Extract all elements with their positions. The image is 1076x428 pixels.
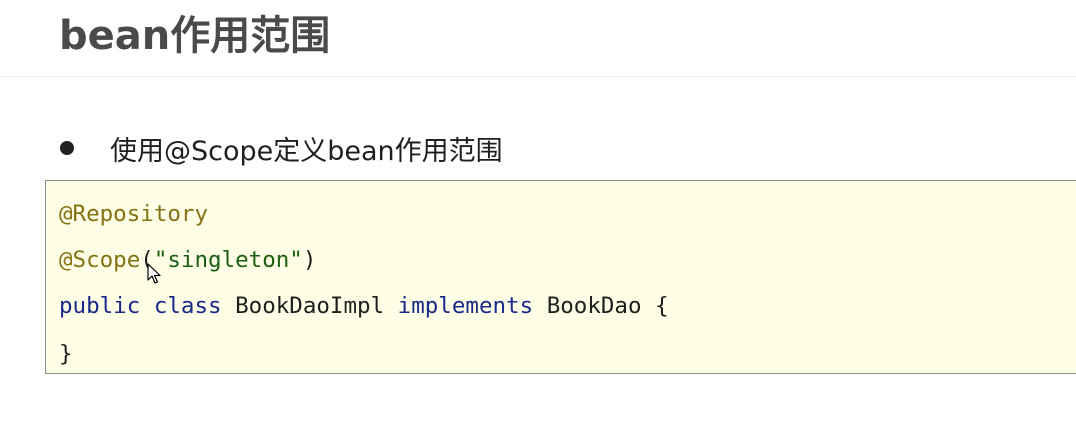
- scope-annotation: @Scope: [59, 247, 141, 273]
- keyword-implements: implements: [397, 293, 534, 319]
- title-bar: bean作用范围: [0, 0, 1076, 77]
- code-line-3: public class BookDaoImpl implements Book…: [59, 289, 669, 323]
- close-brace: }: [59, 341, 73, 367]
- bullet-dot-icon: [60, 141, 74, 155]
- page-title: bean作用范围: [59, 13, 331, 59]
- interface-name: BookDao: [546, 293, 642, 319]
- repository-annotation: @Repository: [59, 201, 209, 227]
- code-line-1: @Repository: [59, 197, 208, 231]
- code-line-4: }: [59, 337, 73, 371]
- bullet-item: 使用@Scope定义bean作用范围: [58, 126, 503, 170]
- mouse-pointer-icon: [147, 263, 161, 284]
- code-line-2: @Scope("singleton"): [59, 243, 316, 277]
- class-name: BookDaoImpl: [235, 293, 385, 319]
- code-block: @Repository @Scope("singleton") public c…: [45, 180, 1076, 374]
- bullet-text: 使用@Scope定义bean作用范围: [110, 135, 503, 167]
- open-brace: {: [655, 293, 669, 319]
- keyword-class: class: [153, 293, 222, 319]
- keyword-public: public: [59, 293, 141, 319]
- scope-value-string: "singleton": [153, 247, 303, 273]
- close-paren: ): [302, 247, 317, 273]
